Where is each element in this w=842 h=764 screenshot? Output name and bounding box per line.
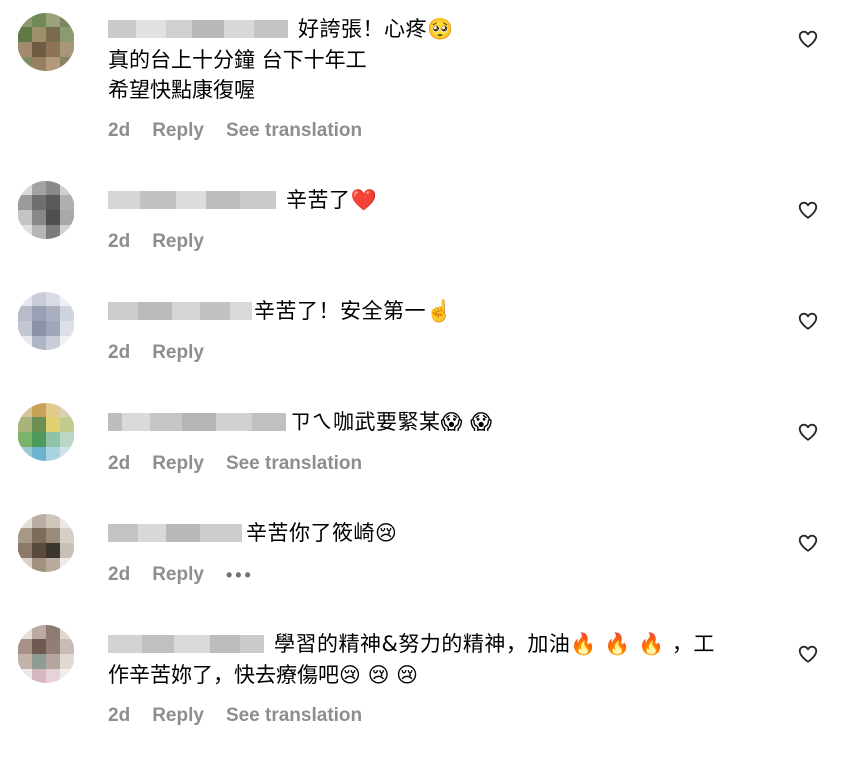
comment-line: 辛苦了！安全第一☝️ xyxy=(108,296,453,326)
heart-icon[interactable] xyxy=(797,310,819,332)
username-blurred[interactable] xyxy=(108,302,252,320)
comment-text: ㄗㄟ咖武要緊某😱 😱 xyxy=(290,410,493,434)
heart-icon[interactable] xyxy=(797,199,819,221)
comment-line: ㄗㄟ咖武要緊某😱 😱 xyxy=(108,407,492,437)
comment-meta: 2d Reply xyxy=(108,230,226,254)
avatar[interactable] xyxy=(18,625,74,683)
reply-button[interactable]: Reply xyxy=(152,120,204,142)
comment-age[interactable]: 2d xyxy=(108,453,130,475)
comment-line: 辛苦你了筱崎😢 xyxy=(108,518,397,548)
avatar[interactable] xyxy=(18,292,74,350)
avatar[interactable] xyxy=(18,13,74,71)
comment-line: 辛苦了❤️ xyxy=(108,185,377,215)
comment-line: 學習的精神&努力的精神，加油🔥 🔥 🔥 ，工 xyxy=(108,629,715,659)
more-options-icon[interactable]: ••• xyxy=(226,565,254,586)
heart-icon[interactable] xyxy=(797,532,819,554)
username-blurred[interactable] xyxy=(108,635,264,653)
comment-age[interactable]: 2d xyxy=(108,705,130,727)
username-blurred[interactable] xyxy=(108,413,286,431)
see-translation-button[interactable]: See translation xyxy=(226,705,362,727)
see-translation-button[interactable]: See translation xyxy=(226,453,362,475)
username-blurred[interactable] xyxy=(108,524,242,542)
comment-age[interactable]: 2d xyxy=(108,342,130,364)
username-blurred[interactable] xyxy=(108,20,288,38)
avatar[interactable] xyxy=(18,514,74,572)
avatar[interactable] xyxy=(18,403,74,461)
comment-meta: 2d Reply ••• xyxy=(108,563,254,587)
comment-meta: 2d Reply See translation xyxy=(108,704,362,728)
comment-age[interactable]: 2d xyxy=(108,231,130,253)
comment-meta: 2d Reply See translation xyxy=(108,119,362,143)
comment-text: 好誇張！心疼🥺 xyxy=(298,17,454,41)
comment-age[interactable]: 2d xyxy=(108,564,130,586)
reply-button[interactable]: Reply xyxy=(152,231,204,253)
heart-icon[interactable] xyxy=(797,643,819,665)
comment-meta: 2d Reply xyxy=(108,341,226,365)
reply-button[interactable]: Reply xyxy=(152,705,204,727)
reply-button[interactable]: Reply xyxy=(152,564,204,586)
comment-text: 學習的精神&努力的精神，加油🔥 🔥 🔥 ，工 xyxy=(274,632,715,656)
heart-icon[interactable] xyxy=(797,28,819,50)
see-translation-button[interactable]: See translation xyxy=(226,120,362,142)
comment-meta: 2d Reply See translation xyxy=(108,452,362,476)
comment-text: 辛苦你了筱崎😢 xyxy=(246,521,398,545)
avatar[interactable] xyxy=(18,181,74,239)
username-blurred[interactable] xyxy=(108,191,276,209)
reply-button[interactable]: Reply xyxy=(152,453,204,475)
comment-age[interactable]: 2d xyxy=(108,120,130,142)
comment-text-line-3: 希望快點康復喔 xyxy=(108,78,255,102)
heart-icon[interactable] xyxy=(797,421,819,443)
comment-text: 辛苦了❤️ xyxy=(286,188,378,212)
comment-text: 辛苦了！安全第一☝️ xyxy=(254,299,453,323)
comment-line: 好誇張！心疼🥺 xyxy=(108,14,454,44)
comment-text-line-2: 真的台上十分鐘 台下十年工 xyxy=(108,48,367,72)
comment-text-line-2: 作辛苦妳了，快去療傷吧😢 😢 😢 xyxy=(108,663,419,687)
reply-button[interactable]: Reply xyxy=(152,342,204,364)
